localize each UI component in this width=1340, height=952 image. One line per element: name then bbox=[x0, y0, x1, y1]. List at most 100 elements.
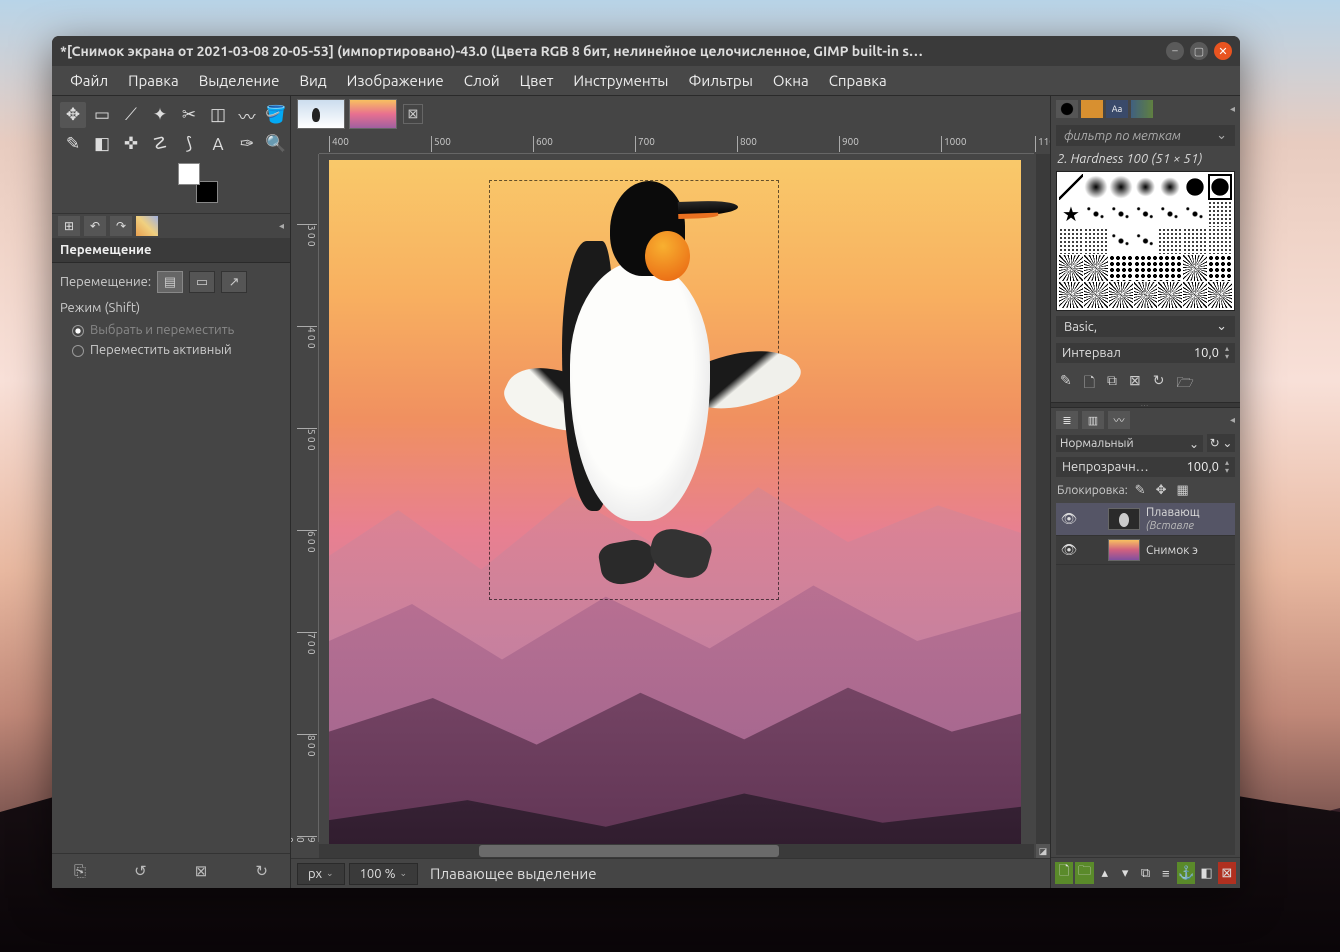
layer-anchor-icon[interactable]: ⚓ bbox=[1177, 862, 1195, 884]
layer-mode-selector[interactable]: Нормальный bbox=[1056, 435, 1203, 452]
brush-item[interactable] bbox=[1183, 228, 1207, 254]
unit-selector[interactable]: px⌄ bbox=[297, 863, 345, 885]
tab-channels-icon[interactable]: ▥ bbox=[1082, 411, 1104, 429]
brush-item[interactable] bbox=[1134, 255, 1158, 281]
brush-item[interactable] bbox=[1158, 228, 1182, 254]
brush-item[interactable] bbox=[1059, 201, 1083, 227]
lock-position-icon[interactable]: ✥ bbox=[1153, 483, 1170, 498]
radio-move-active[interactable]: Переместить активный bbox=[60, 341, 282, 361]
brush-delete-icon[interactable]: ⊠ bbox=[1126, 370, 1144, 398]
tool-path[interactable]: ⟆ bbox=[176, 131, 202, 157]
tab-patterns-icon[interactable] bbox=[1081, 100, 1103, 118]
layers-dock-menu-arrow[interactable]: ◂ bbox=[1230, 414, 1235, 426]
brush-item[interactable] bbox=[1134, 282, 1158, 308]
tool-rect-select[interactable]: ▭ bbox=[89, 102, 115, 128]
brush-item[interactable] bbox=[1084, 174, 1108, 200]
layer-mask-icon[interactable]: ◧ bbox=[1197, 862, 1215, 884]
layer-visibility-icon[interactable]: 👁 bbox=[1060, 543, 1078, 558]
dock-menu-arrow[interactable]: ◂ bbox=[279, 220, 284, 232]
tool-clone[interactable]: ✜ bbox=[118, 131, 144, 157]
tool-preset-restore-icon[interactable]: ↺ bbox=[134, 862, 147, 880]
horizontal-ruler[interactable]: 400 500 600 700 800 900 1000 110 bbox=[319, 132, 1034, 154]
brush-item[interactable] bbox=[1059, 282, 1083, 308]
brush-item[interactable] bbox=[1158, 255, 1182, 281]
brush-item[interactable] bbox=[1059, 228, 1083, 254]
brush-item[interactable] bbox=[1134, 174, 1158, 200]
dock-tab-device[interactable]: ↶ bbox=[84, 216, 106, 236]
brush-item-selected[interactable] bbox=[1208, 174, 1232, 200]
brush-item[interactable] bbox=[1059, 255, 1083, 281]
brush-item[interactable] bbox=[1084, 282, 1108, 308]
brush-item[interactable] bbox=[1109, 255, 1133, 281]
tool-warp[interactable]: 〰 bbox=[234, 102, 260, 128]
tool-smudge[interactable]: ☡ bbox=[147, 131, 173, 157]
brush-item[interactable] bbox=[1183, 174, 1207, 200]
brush-duplicate-icon[interactable]: ⧉ bbox=[1104, 370, 1120, 398]
tool-free-select[interactable]: ⟋ bbox=[118, 102, 144, 128]
tool-preset-delete-icon[interactable]: ⊠ bbox=[195, 862, 208, 880]
tool-bucket[interactable]: 🪣 bbox=[263, 102, 289, 128]
brush-item[interactable] bbox=[1109, 201, 1133, 227]
brush-item[interactable] bbox=[1183, 255, 1207, 281]
brush-item[interactable] bbox=[1208, 201, 1232, 227]
brush-edit-icon[interactable]: ✎ bbox=[1057, 370, 1075, 398]
brush-item[interactable] bbox=[1109, 228, 1133, 254]
menu-tools[interactable]: Инструменты bbox=[565, 69, 676, 92]
layer-merge-icon[interactable]: ≡ bbox=[1157, 862, 1175, 884]
layer-mode-switch-icon[interactable]: ↻ ⌄ bbox=[1207, 434, 1235, 452]
window-minimize-button[interactable]: – bbox=[1166, 42, 1184, 60]
layer-down-icon[interactable]: ▾ bbox=[1116, 862, 1134, 884]
layer-group-icon[interactable]: 🗀 bbox=[1075, 862, 1093, 884]
brush-item[interactable] bbox=[1158, 282, 1182, 308]
menu-view[interactable]: Вид bbox=[291, 69, 334, 92]
menu-windows[interactable]: Окна bbox=[765, 69, 817, 92]
image-tab-close-icon[interactable]: ⊠ bbox=[403, 104, 423, 124]
brush-item[interactable] bbox=[1208, 228, 1232, 254]
brush-item[interactable] bbox=[1208, 255, 1232, 281]
tool-pencil[interactable]: ✎ bbox=[60, 131, 86, 157]
tool-preset-save-icon[interactable]: ⎘ bbox=[74, 862, 86, 880]
menu-filters[interactable]: Фильтры bbox=[680, 69, 760, 92]
tab-brushes-icon[interactable] bbox=[1056, 100, 1078, 118]
lock-alpha-icon[interactable]: ▦ bbox=[1173, 483, 1191, 498]
tool-zoom[interactable]: 🔍 bbox=[263, 131, 289, 157]
window-close-button[interactable]: ✕ bbox=[1214, 42, 1232, 60]
tool-preset-reset-icon[interactable]: ↻ bbox=[255, 862, 268, 880]
brush-item[interactable] bbox=[1208, 282, 1232, 308]
tab-paths-icon[interactable]: 〰 bbox=[1108, 411, 1130, 429]
brush-item[interactable] bbox=[1084, 201, 1108, 227]
layer-item-floating[interactable]: 👁 Плавающ(Вставле bbox=[1056, 503, 1235, 536]
dock-tab-tool-options[interactable]: ⊞ bbox=[58, 216, 80, 236]
tab-history-icon[interactable] bbox=[1131, 100, 1153, 118]
tool-color-picker[interactable]: ✑ bbox=[234, 131, 260, 157]
brush-item[interactable] bbox=[1134, 201, 1158, 227]
menu-select[interactable]: Выделение bbox=[191, 69, 288, 92]
dock-tab-images[interactable] bbox=[136, 216, 158, 236]
brush-spacing-slider[interactable]: Интервал 10,0 ▴▾ bbox=[1056, 343, 1235, 363]
move-target-selection-icon[interactable]: ▭ bbox=[189, 271, 215, 293]
tool-crop[interactable]: ✂ bbox=[176, 102, 202, 128]
tool-transform[interactable]: ◫ bbox=[205, 102, 231, 128]
radio-pick-move[interactable]: Выбрать и переместить bbox=[60, 321, 282, 341]
canvas[interactable] bbox=[329, 160, 1021, 858]
brush-item[interactable] bbox=[1059, 174, 1083, 200]
spacing-stepper[interactable]: ▴▾ bbox=[1225, 345, 1229, 361]
tab-fonts-icon[interactable]: Aa bbox=[1106, 100, 1128, 118]
vertical-ruler[interactable]: 3 0 0 4 0 0 5 0 0 6 0 0 7 0 0 8 0 0 9 0 … bbox=[291, 154, 319, 842]
tab-layers-icon[interactable]: ≣ bbox=[1056, 411, 1078, 429]
navigation-corner-icon[interactable]: ◪ bbox=[1036, 844, 1050, 858]
brush-item[interactable] bbox=[1084, 255, 1108, 281]
tool-move[interactable]: ✥ bbox=[60, 102, 86, 128]
brush-refresh-icon[interactable]: ↻ bbox=[1150, 370, 1168, 398]
layer-item-background[interactable]: 👁 Снимок э bbox=[1056, 536, 1235, 565]
fg-bg-colors[interactable] bbox=[178, 163, 218, 203]
brush-item[interactable] bbox=[1158, 201, 1182, 227]
brush-item[interactable] bbox=[1134, 228, 1158, 254]
brush-item[interactable] bbox=[1109, 282, 1133, 308]
tool-fuzzy-select[interactable]: ✦ bbox=[147, 102, 173, 128]
menu-help[interactable]: Справка bbox=[821, 69, 895, 92]
layer-name[interactable]: Снимок э bbox=[1146, 544, 1231, 557]
brush-item[interactable] bbox=[1084, 228, 1108, 254]
zoom-selector[interactable]: 100 %⌄ bbox=[349, 863, 418, 885]
tool-eraser[interactable]: ◧ bbox=[89, 131, 115, 157]
